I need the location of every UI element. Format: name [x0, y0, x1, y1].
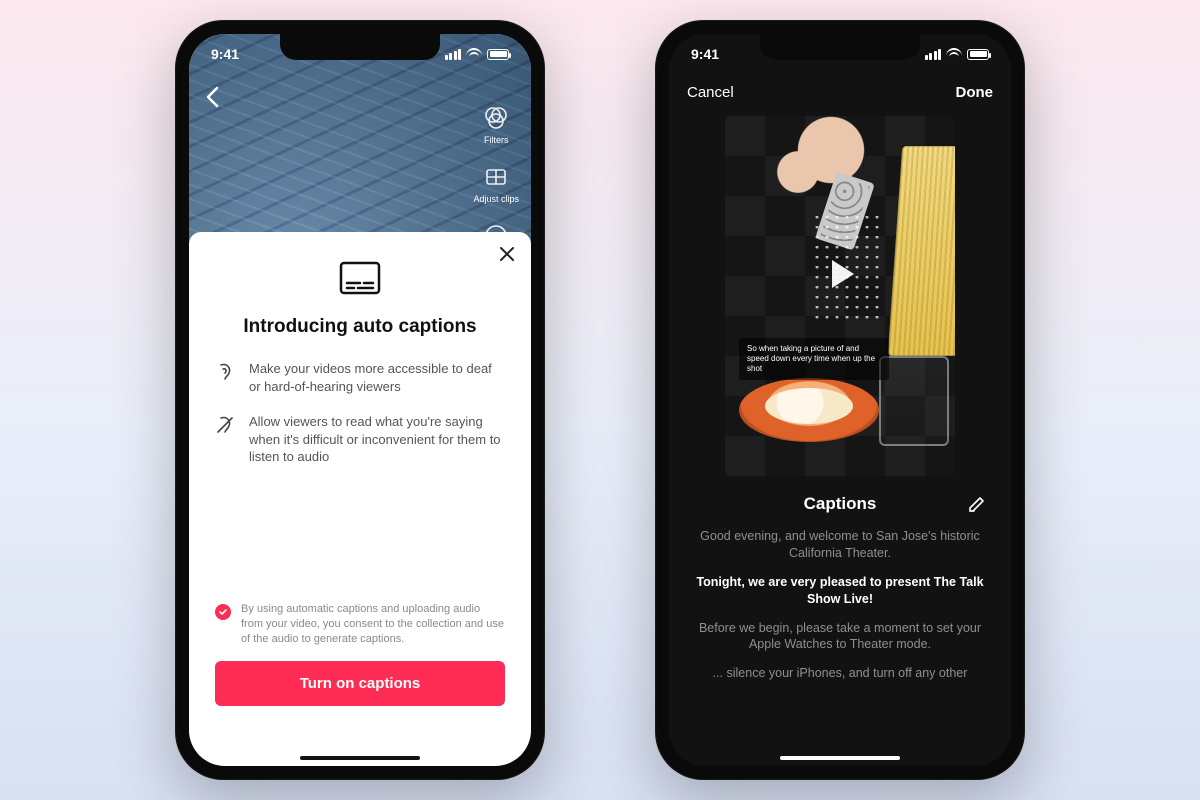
consent-row: By using automatic captions and uploadin…: [215, 602, 505, 647]
edit-captions-button[interactable]: [967, 494, 987, 514]
adjust-clips-label: Adjust clips: [473, 194, 519, 204]
stage: 9:41 Filters: [0, 0, 1200, 800]
preview-prop-jar: [879, 356, 949, 446]
battery-icon: [487, 49, 509, 60]
captions-hero-icon: [338, 260, 382, 300]
status-icons: [925, 48, 990, 60]
pencil-icon: [967, 494, 987, 514]
phone-right: 9:41 Cancel Done: [655, 20, 1025, 780]
screen-left: 9:41 Filters: [189, 34, 531, 766]
captions-heading: Captions: [691, 494, 989, 514]
home-indicator: [780, 756, 900, 760]
home-indicator: [300, 756, 420, 760]
status-time: 9:41: [211, 46, 239, 62]
video-preview[interactable]: So when taking a picture of and speed do…: [725, 116, 955, 476]
signal-icon: [445, 49, 462, 60]
caption-editor-navbar: Cancel Done: [669, 74, 1011, 110]
filters-tool[interactable]: Filters: [482, 104, 510, 145]
battery-icon: [967, 49, 989, 60]
caption-line[interactable]: Before we begin, please take a moment to…: [691, 620, 989, 654]
more-icon: [482, 222, 510, 250]
caption-line[interactable]: Good evening, and welcome to San Jose's …: [691, 528, 989, 562]
turn-on-captions-button[interactable]: Turn on captions: [215, 661, 505, 706]
signal-icon: [925, 49, 942, 60]
ear-off-icon: [215, 415, 235, 435]
bullet-mute-text: Allow viewers to read what you're saying…: [249, 413, 505, 466]
screen-right: 9:41 Cancel Done: [669, 34, 1011, 766]
consent-check-icon: [215, 604, 231, 620]
notch: [280, 34, 440, 60]
sheet-title: Introducing auto captions: [215, 316, 505, 338]
preview-prop-plate: [739, 378, 879, 442]
done-button[interactable]: Done: [956, 84, 994, 101]
bullet-mute: Allow viewers to read what you're saying…: [215, 413, 505, 466]
auto-captions-sheet: Introducing auto captions Make your vide…: [189, 232, 531, 766]
adjust-clips-icon: [482, 163, 510, 191]
bullet-accessibility: Make your videos more accessible to deaf…: [215, 360, 505, 395]
caption-overlay: So when taking a picture of and speed do…: [739, 338, 889, 380]
adjust-clips-tool[interactable]: Adjust clips: [473, 163, 519, 204]
captions-panel: Captions Good evening, and welcome to Sa…: [669, 476, 1011, 682]
feature-bullets: Make your videos more accessible to deaf…: [215, 360, 505, 466]
play-icon[interactable]: [818, 252, 862, 296]
filters-label: Filters: [484, 135, 509, 145]
cancel-button[interactable]: Cancel: [687, 84, 734, 101]
consent-text: By using automatic captions and uploadin…: [241, 602, 505, 647]
wifi-icon: [946, 48, 962, 60]
phone-left: 9:41 Filters: [175, 20, 545, 780]
wifi-icon: [466, 48, 482, 60]
caption-transcript[interactable]: Good evening, and welcome to San Jose's …: [691, 528, 989, 682]
notch: [760, 34, 920, 60]
back-button[interactable]: [205, 86, 219, 108]
caption-line[interactable]: ... silence your iPhones, and turn off a…: [691, 665, 989, 682]
ear-icon: [215, 362, 235, 382]
bullet-accessibility-text: Make your videos more accessible to deaf…: [249, 360, 505, 395]
status-time: 9:41: [691, 46, 719, 62]
editor-side-tools: Filters Adjust clips: [473, 104, 519, 250]
caption-line-active[interactable]: Tonight, we are very pleased to present …: [691, 574, 989, 608]
more-tool[interactable]: [482, 222, 510, 250]
status-icons: [445, 48, 510, 60]
filters-icon: [482, 104, 510, 132]
